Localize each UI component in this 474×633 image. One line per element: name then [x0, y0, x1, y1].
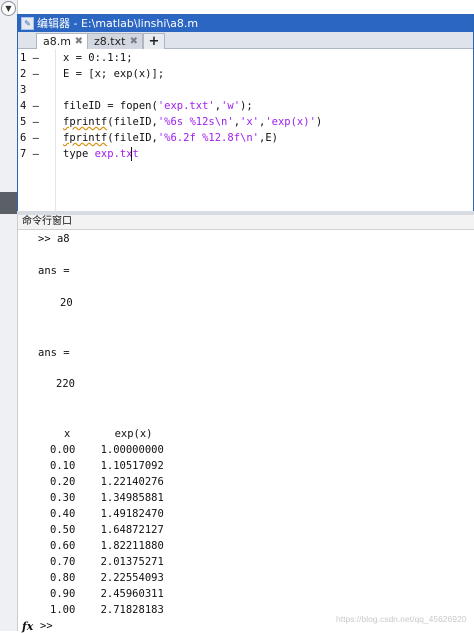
- text-cursor: [131, 147, 132, 161]
- table-row: 0.90 2.45960311: [50, 588, 164, 600]
- table-row: 0.40 1.49182470: [50, 508, 164, 520]
- line-number: 3: [20, 84, 27, 96]
- table-row: 0.50 1.64872127: [50, 524, 164, 536]
- table-row: 0.60 1.82211880: [50, 540, 164, 552]
- command-window[interactable]: >> a8 ans = 20 ans = 220 x exp(x) 0.00 1…: [18, 230, 474, 633]
- editor-tab-bar: a8.m ✖ z8.txt ✖ +: [18, 32, 473, 49]
- table-row: 0.30 1.34985881: [50, 492, 164, 504]
- gutter-divider: [55, 49, 56, 211]
- line-number: 4 —: [20, 100, 39, 112]
- command-window-title-bar: 命令行窗口: [18, 215, 474, 230]
- table-row: 0.00 1.00000000: [50, 444, 164, 456]
- ans-value: 220: [56, 378, 75, 390]
- line-number: 6 —: [20, 132, 39, 144]
- line-number: 7 —: [20, 148, 39, 160]
- ans-label: ans =: [38, 347, 70, 359]
- fx-icon[interactable]: fx: [22, 620, 33, 633]
- tab-label: a8.m: [43, 35, 71, 48]
- tab-label: z8.txt: [94, 35, 126, 48]
- editor-window: ✎ 编辑器 - E:\matlab\linshi\a8.m a8.m ✖ z8.…: [17, 14, 474, 213]
- table-row: 0.10 1.10517092: [50, 460, 164, 472]
- code-line-7: type exp.txt: [63, 148, 139, 160]
- ans-value: 20: [60, 297, 73, 309]
- line-number: 1 —: [20, 52, 39, 64]
- editor-title: 编辑器 - E:\matlab\linshi\a8.m: [37, 17, 199, 30]
- panel-splitter-handle[interactable]: [0, 192, 17, 214]
- editor-title-bar: ✎ 编辑器 - E:\matlab\linshi\a8.m: [18, 15, 473, 32]
- tab-a8m[interactable]: a8.m ✖: [36, 33, 88, 49]
- command-input-prompt[interactable]: >>: [40, 620, 53, 632]
- line-number: 5 —: [20, 116, 39, 128]
- code-line-2: E = [x; exp(x)];: [63, 68, 165, 80]
- code-line-5: fprintf(fileID,'%6s %12s\n','x','exp(x)'…: [63, 116, 323, 128]
- table-header: x exp(x): [64, 428, 153, 440]
- code-line-1: x = 0:.1:1;: [63, 52, 133, 64]
- code-line-6: fprintf(fileID,'%6.2f %12.8f\n',E): [63, 132, 278, 144]
- add-tab-button[interactable]: +: [143, 33, 165, 49]
- tab-z8txt[interactable]: z8.txt ✖: [87, 33, 143, 49]
- table-row: 1.00 2.71828183: [50, 604, 164, 616]
- close-icon[interactable]: ✖: [130, 34, 138, 49]
- code-editor[interactable]: 1 — 2 — 3 4 — 5 — 6 — 7 — x = 0:.1:1; E …: [18, 49, 473, 211]
- table-row: 0.70 2.01375271: [50, 556, 164, 568]
- code-line-4: fileID = fopen('exp.txt','w');: [63, 100, 253, 112]
- command-prompt-line: >> a8: [38, 233, 70, 245]
- table-row: 0.20 1.22140276: [50, 476, 164, 488]
- editor-icon: ✎: [21, 17, 34, 30]
- line-number: 2 —: [20, 68, 39, 80]
- ans-label: ans =: [38, 265, 70, 277]
- close-icon[interactable]: ✖: [75, 34, 83, 49]
- command-window-title: 命令行窗口: [22, 216, 72, 227]
- table-row: 0.80 2.22554093: [50, 572, 164, 584]
- left-panel-strip: [0, 0, 18, 631]
- watermark: https://blog.csdn.net/qq_45626920: [336, 614, 467, 624]
- chevron-down-icon[interactable]: ▼: [1, 1, 16, 16]
